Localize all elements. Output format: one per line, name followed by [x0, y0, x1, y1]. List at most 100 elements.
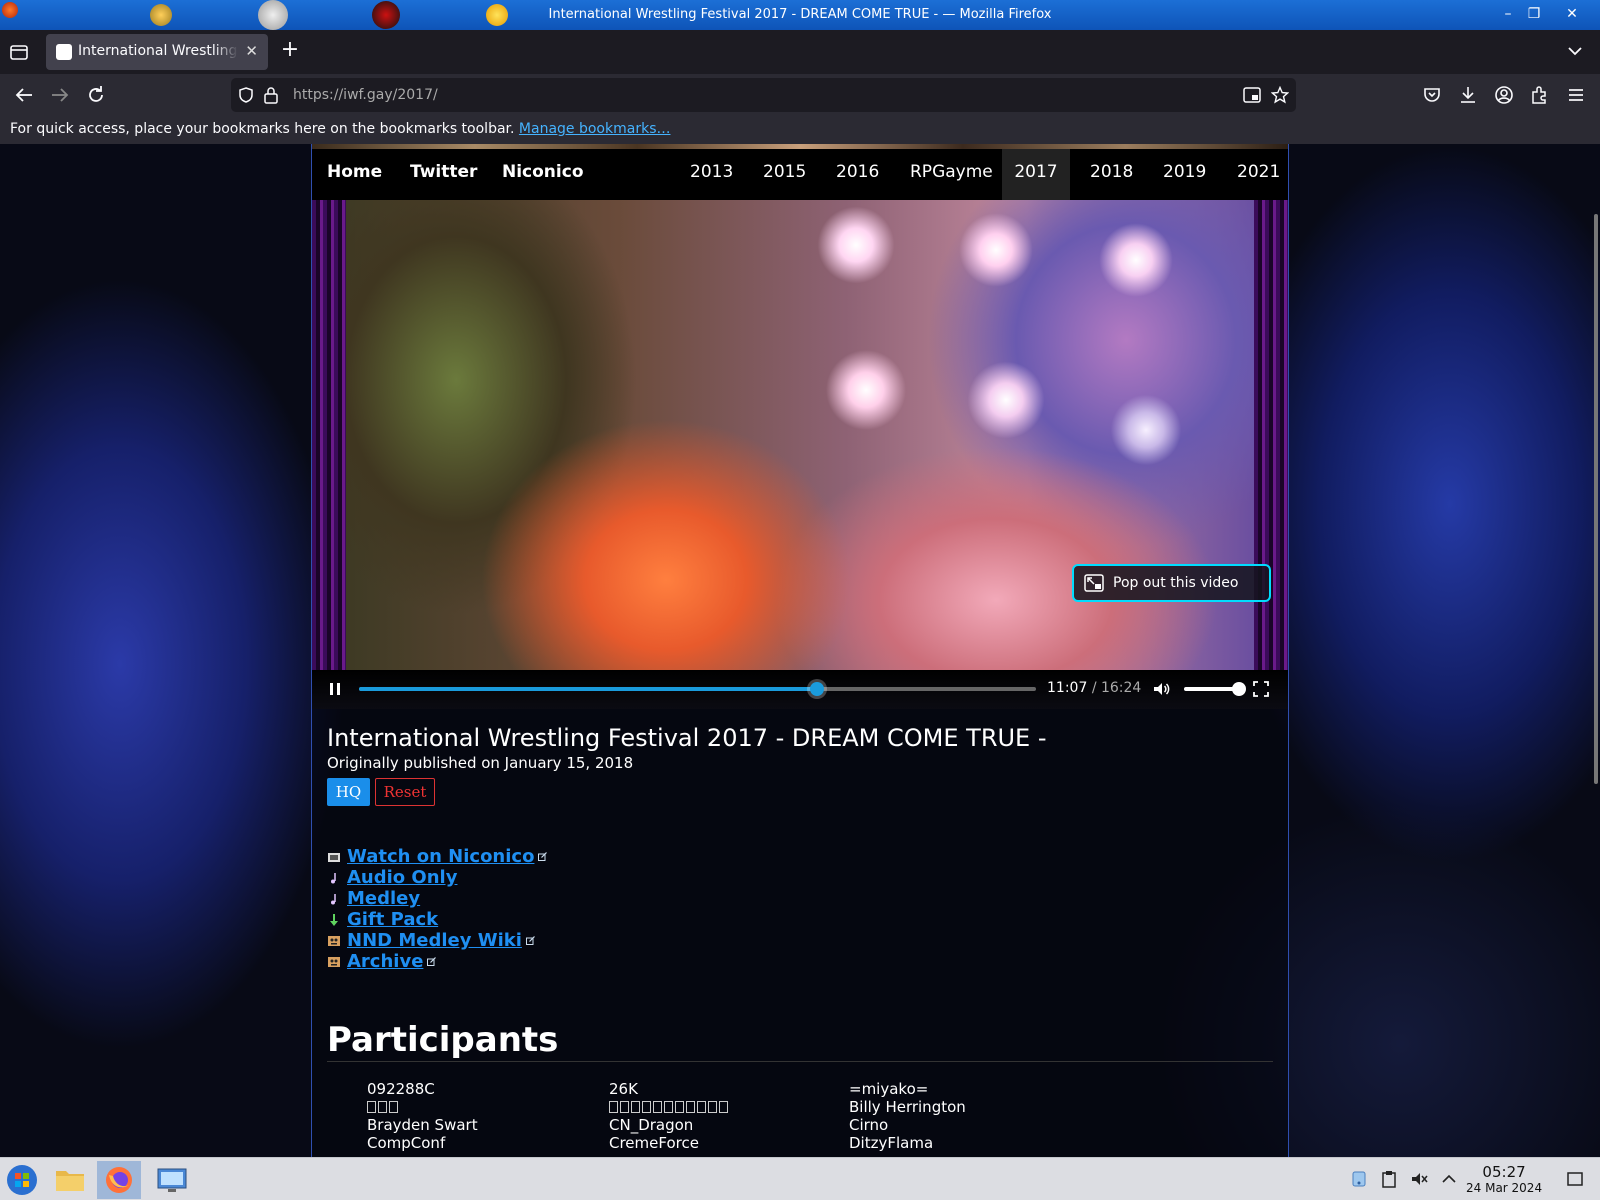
volume-slider-handle[interactable]	[1232, 682, 1246, 696]
url-host: https://iwf.gay	[293, 87, 393, 103]
clock-time: 05:27	[1482, 1163, 1526, 1181]
watch-on-niconico-link[interactable]: Watch on Niconico	[347, 846, 534, 867]
forward-arrow-icon[interactable]	[48, 83, 72, 107]
minimize-icon[interactable]: –	[1496, 3, 1520, 25]
volume-icon[interactable]	[1152, 680, 1170, 698]
clock-date: 24 Mar 2024	[1466, 1181, 1543, 1195]
participant-name: 26K	[609, 1080, 638, 1098]
seek-bar-handle[interactable]	[810, 682, 825, 696]
restore-icon[interactable]: ❐	[1522, 3, 1546, 25]
current-time: 11:07	[1047, 680, 1088, 696]
participants-column: 26K CN_Dragon CremeForce	[609, 1080, 849, 1152]
picture-in-picture-icon[interactable]	[1243, 87, 1261, 103]
participant-name: CremeForce	[609, 1134, 699, 1152]
hq-button[interactable]: HQ	[327, 778, 370, 806]
archive-icon	[328, 956, 340, 967]
music-note-icon	[331, 872, 336, 883]
page-title: International Wrestling Festival 2017 - …	[327, 724, 1047, 752]
participant-name: =miyako=	[849, 1080, 929, 1098]
nav-year-2021[interactable]: 2021	[1237, 162, 1280, 182]
audio-only-link[interactable]: Audio Only	[347, 867, 457, 888]
medley-link[interactable]: Medley	[347, 888, 420, 909]
clipboard-icon[interactable]	[1380, 1170, 1398, 1188]
chevron-up-icon[interactable]	[1440, 1170, 1458, 1188]
shield-icon[interactable]	[237, 86, 255, 104]
pause-icon[interactable]	[326, 680, 344, 698]
nav-year-2017-active[interactable]: 2017	[1002, 149, 1070, 200]
list-item: Medley	[327, 888, 547, 909]
manage-bookmarks-link[interactable]: Manage bookmarks…	[519, 121, 671, 137]
show-desktop-icon[interactable]	[1566, 1170, 1584, 1188]
list-item: Archive	[327, 951, 547, 972]
list-item: Watch on Niconico	[327, 846, 548, 867]
divider	[327, 1061, 1273, 1062]
external-link-icon	[538, 852, 548, 861]
fullscreen-icon[interactable]	[1252, 680, 1270, 698]
extensions-icon[interactable]	[1528, 83, 1552, 107]
back-arrow-icon[interactable]	[12, 83, 36, 107]
seek-bar[interactable]	[359, 682, 1036, 696]
gift-pack-link[interactable]: Gift Pack	[347, 909, 438, 930]
pocket-icon[interactable]	[1420, 83, 1444, 107]
nav-niconico[interactable]: Niconico	[502, 162, 584, 182]
nav-home[interactable]: Home	[327, 162, 382, 182]
participant-name: Billy Herrington	[849, 1098, 966, 1116]
bookmark-star-icon[interactable]	[1271, 86, 1289, 104]
downloads-icon[interactable]	[1456, 83, 1480, 107]
nav-year-2013[interactable]: 2013	[690, 162, 733, 182]
participants-column: =miyako= Billy Herrington Cirno DitzyFla…	[849, 1080, 1089, 1152]
window-title: International Wrestling Festival 2017 - …	[548, 7, 1052, 22]
nav-year-2016[interactable]: 2016	[836, 162, 879, 182]
firefox-icon[interactable]	[97, 1161, 141, 1199]
tab-title: International Wrestling Festival 2017 - …	[78, 43, 238, 59]
site-nav: Home Twitter Niconico 2013 2015 2016 RPG…	[312, 144, 1288, 200]
participant-name-unrendered	[609, 1098, 849, 1116]
reset-button[interactable]: Reset	[375, 778, 435, 806]
remote-desktop-icon[interactable]	[150, 1161, 194, 1199]
file-manager-icon[interactable]	[48, 1161, 92, 1199]
window-titlebar: International Wrestling Festival 2017 - …	[0, 0, 1600, 30]
start-menu-icon[interactable]	[0, 1161, 44, 1199]
video-icon	[328, 852, 340, 862]
nav-twitter[interactable]: Twitter	[410, 162, 477, 182]
archive-link[interactable]: Archive	[347, 951, 423, 972]
volume-muted-icon[interactable]	[1410, 1170, 1428, 1188]
video-player[interactable]: Pop out this video 11:07 / 16:24	[312, 200, 1288, 709]
bookmarks-toolbar: For quick access, place your bookmarks h…	[0, 116, 1600, 144]
nav-year-2019[interactable]: 2019	[1163, 162, 1206, 182]
close-tab-icon[interactable]: ✕	[245, 42, 258, 60]
nnd-medley-wiki-link[interactable]: NND Medley Wiki	[347, 930, 522, 951]
volume-slider[interactable]	[1184, 682, 1246, 696]
taskbar: 05:27 24 Mar 2024	[0, 1157, 1600, 1200]
tab-list-icon[interactable]	[8, 41, 30, 63]
resource-links: Watch on Niconico Audio Only Medley Gift…	[327, 846, 548, 972]
page-scrollbar[interactable]	[1594, 214, 1598, 784]
nav-year-2018[interactable]: 2018	[1090, 162, 1133, 182]
bookmarks-hint: For quick access, place your bookmarks h…	[10, 121, 515, 137]
url-bar[interactable]: https://iwf.gay/2017/	[231, 78, 1296, 112]
nav-rpgayme[interactable]: RPGayme	[910, 162, 993, 182]
participant-name: Cirno	[849, 1116, 889, 1134]
close-window-icon[interactable]: ✕	[1560, 3, 1584, 25]
list-item: Audio Only	[327, 867, 547, 888]
participant-name: DitzyFlama	[849, 1134, 934, 1152]
menu-icon[interactable]	[1564, 83, 1588, 107]
participants-column: 092288C Brayden Swart CompConf	[367, 1080, 607, 1152]
tab-active[interactable]: International Wrestling Festival 2017 - …	[46, 34, 268, 70]
wiki-icon	[328, 935, 340, 946]
seek-bar-progress	[359, 687, 818, 691]
clock[interactable]: 05:27 24 Mar 2024	[1466, 1163, 1542, 1195]
chevron-down-icon[interactable]	[1566, 42, 1584, 60]
new-tab-button[interactable]: +	[278, 39, 302, 63]
url-text: https://iwf.gay/2017/	[293, 87, 438, 103]
network-icon[interactable]	[1350, 1170, 1368, 1188]
main-content: Home Twitter Niconico 2013 2015 2016 RPG…	[311, 144, 1289, 1157]
popout-video-button[interactable]: Pop out this video	[1072, 564, 1271, 602]
nav-year-2015[interactable]: 2015	[763, 162, 806, 182]
popout-label: Pop out this video	[1113, 575, 1239, 591]
participants-heading: Participants	[327, 1020, 559, 1060]
video-controls: 11:07 / 16:24	[312, 670, 1288, 709]
lock-icon[interactable]	[263, 86, 279, 104]
reload-icon[interactable]	[84, 83, 108, 107]
account-icon[interactable]	[1492, 83, 1516, 107]
